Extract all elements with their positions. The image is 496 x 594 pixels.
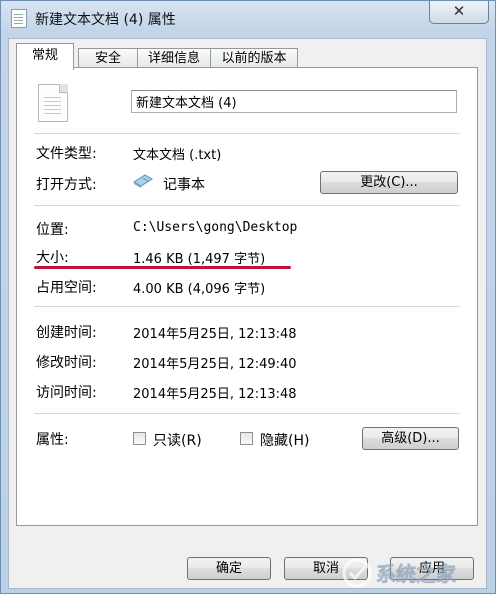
size-label: 大小: xyxy=(36,250,69,266)
disk-size-value: 4.00 KB (4,096 字节) xyxy=(133,282,266,297)
divider xyxy=(34,133,460,134)
close-button[interactable]: ✕ xyxy=(429,1,489,24)
highlight-underline xyxy=(34,266,291,269)
accessed-value: 2014年5月25日, 12:13:48 xyxy=(133,387,297,402)
open-with-label: 打开方式: xyxy=(36,177,97,193)
location-value: C:\Users\gong\Desktop xyxy=(133,220,298,235)
file-type-value: 文本文档 (.txt) xyxy=(133,148,222,163)
watermark-logo: 系统之家 xyxy=(342,558,457,588)
modified-value: 2014年5月25日, 12:49:40 xyxy=(133,357,297,372)
ok-button[interactable]: 确定 xyxy=(187,557,271,580)
readonly-checkbox[interactable] xyxy=(133,432,146,445)
title-bar[interactable]: 新建文本文档 (4) 属性 ✕ xyxy=(1,1,495,33)
size-value: 1.46 KB (1,497 字节) xyxy=(133,252,266,267)
filename-input[interactable] xyxy=(131,90,457,113)
location-label: 位置: xyxy=(36,222,69,238)
tab-details[interactable]: 详细信息 xyxy=(137,48,211,69)
disk-size-label: 占用空间: xyxy=(36,280,97,296)
tab-security[interactable]: 安全 xyxy=(78,48,138,69)
text-document-icon xyxy=(11,9,27,28)
modified-label: 修改时间: xyxy=(36,355,97,371)
hidden-label[interactable]: 隐藏(H) xyxy=(260,430,309,450)
attributes-label: 属性: xyxy=(36,432,69,448)
watermark-text: 系统之家 xyxy=(376,562,457,586)
created-value: 2014年5月25日, 12:13:48 xyxy=(133,327,297,342)
accessed-label: 访问时间: xyxy=(36,385,97,401)
divider xyxy=(34,413,460,414)
open-with-value: 记事本 xyxy=(163,177,205,193)
notepad-icon xyxy=(133,174,153,188)
tab-general[interactable]: 常规 xyxy=(16,43,74,70)
file-icon xyxy=(38,84,68,122)
advanced-button[interactable]: 高级(D)... xyxy=(362,427,459,450)
readonly-label[interactable]: 只读(R) xyxy=(153,430,202,450)
created-label: 创建时间: xyxy=(36,325,97,341)
hidden-checkbox[interactable] xyxy=(240,432,253,445)
tab-previous-versions[interactable]: 以前的版本 xyxy=(210,48,298,69)
divider xyxy=(34,306,460,307)
file-type-label: 文件类型: xyxy=(36,146,97,162)
divider xyxy=(34,205,460,206)
change-button[interactable]: 更改(C)... xyxy=(320,171,458,194)
window-title: 新建文本文档 (4) 属性 xyxy=(35,12,176,28)
